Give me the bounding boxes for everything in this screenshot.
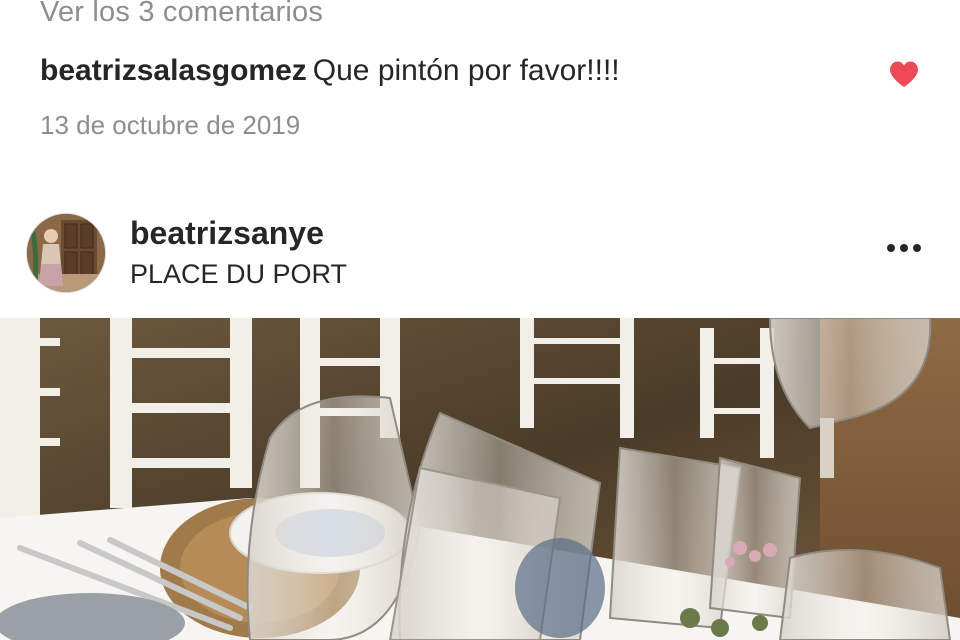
profile-photo-icon: [27, 214, 105, 292]
post-username[interactable]: beatrizsanye: [130, 215, 324, 252]
comment-username[interactable]: beatrizsalasgomez: [40, 54, 307, 87]
comment-date: 13 de octubre de 2019: [40, 110, 301, 140]
heart-icon[interactable]: [888, 60, 920, 88]
post-photo[interactable]: [0, 318, 960, 640]
more-options-icon[interactable]: [884, 241, 924, 255]
table-setting-photo: [0, 318, 960, 640]
post-header: beatrizsanye PLACE DU PORT: [0, 205, 960, 305]
view-all-comments-link[interactable]: Ver los 3 comentarios: [40, 0, 323, 29]
post-location[interactable]: PLACE DU PORT: [130, 259, 347, 290]
avatar[interactable]: [26, 213, 106, 293]
comment-row: beatrizsalasgomez Que pintón por favor!!!…: [40, 54, 920, 94]
comment-text: Que pintón por favor!!!!: [312, 54, 620, 87]
